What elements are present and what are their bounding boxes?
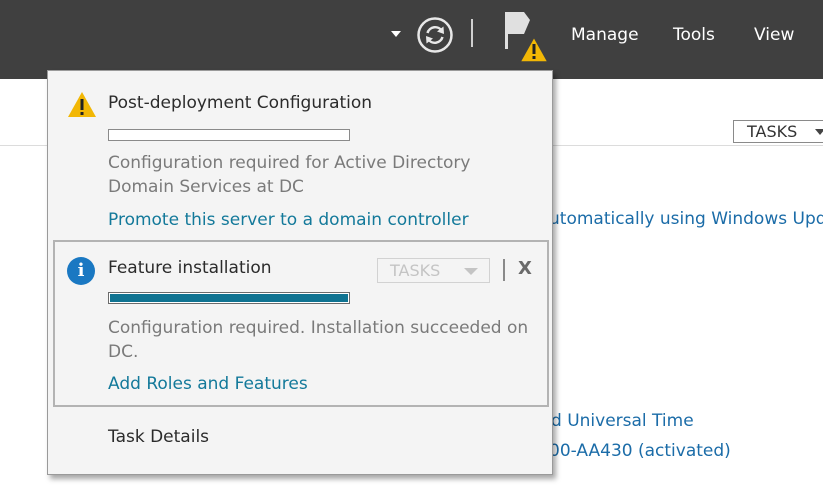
refresh-icon[interactable] [416, 16, 454, 54]
notification-description: Configuration required. Installation suc… [108, 318, 529, 362]
notifications-flag-icon[interactable] [502, 10, 554, 66]
notifications-popup: Post-deployment Configuration Configurat… [47, 70, 553, 475]
background-tasks-dropdown[interactable]: TASKS [733, 120, 823, 143]
chevron-down-icon [464, 268, 478, 275]
close-button[interactable]: X [518, 258, 532, 280]
chevron-down-icon [815, 129, 823, 135]
background-tasks-label: TASKS [747, 122, 798, 141]
tasks-dropdown-label: TASKS [390, 261, 441, 280]
warning-icon [68, 92, 96, 117]
notification-title: Post-deployment Configuration [108, 93, 373, 113]
add-roles-features-link[interactable]: Add Roles and Features [108, 373, 308, 395]
dropdown-arrow-icon[interactable] [391, 31, 401, 37]
time-zone-link[interactable]: d Universal Time [551, 410, 694, 432]
separator [503, 259, 505, 281]
task-details-link[interactable]: Task Details [108, 426, 209, 448]
promote-server-link[interactable]: Promote this server to a domain controll… [108, 209, 469, 231]
info-icon: i [67, 257, 95, 285]
post-deployment-notification: Post-deployment Configuration Configurat… [48, 71, 552, 236]
menu-tools[interactable]: Tools [673, 24, 715, 46]
top-menu-bar: Manage Tools View [0, 0, 823, 79]
tasks-dropdown[interactable]: TASKS [377, 258, 490, 283]
progress-bar-fill [110, 294, 348, 302]
feature-installation-notification: i Feature installation TASKS X Configura… [53, 240, 549, 407]
notification-description: Configuration required for Active Direct… [108, 153, 471, 197]
menu-view[interactable]: View [754, 24, 794, 46]
toolbar-separator [471, 19, 473, 47]
menu-manage[interactable]: Manage [571, 24, 639, 46]
progress-bar [108, 129, 350, 141]
progress-bar [108, 292, 350, 304]
notification-title: Feature installation [108, 258, 272, 278]
product-id-link[interactable]: 00-AA430 (activated) [549, 440, 731, 462]
windows-update-link[interactable]: utomatically using Windows Update [549, 208, 823, 230]
